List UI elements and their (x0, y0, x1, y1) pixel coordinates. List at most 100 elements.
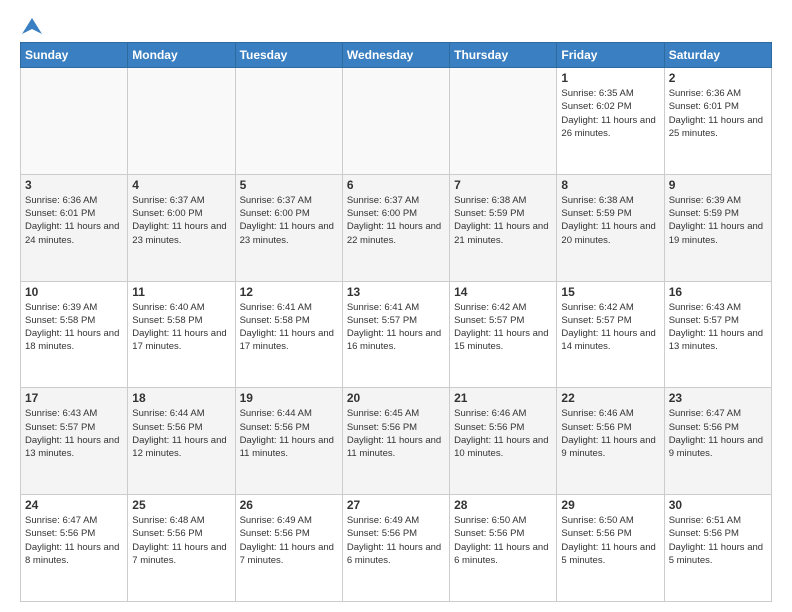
day-info: Sunrise: 6:44 AM Sunset: 5:56 PM Dayligh… (132, 407, 230, 460)
calendar-cell: 10 Sunrise: 6:39 AM Sunset: 5:58 PM Dayli… (21, 281, 128, 388)
calendar-cell: 4Sunrise: 6:37 AM Sunset: 6:00 PM Daylig… (128, 174, 235, 281)
day-info: Sunrise: 6:37 AM Sunset: 6:00 PM Dayligh… (132, 194, 230, 247)
calendar-cell: 12 Sunrise: 6:41 AM Sunset: 5:58 PM Dayli… (235, 281, 342, 388)
calendar-cell: 22 Sunrise: 6:46 AM Sunset: 5:56 PM Dayli… (557, 388, 664, 495)
day-number: 26 (240, 498, 338, 512)
day-info: Sunrise: 6:41 AM Sunset: 5:57 PM Dayligh… (347, 301, 445, 354)
day-number: 8 (561, 178, 659, 192)
day-number: 5 (240, 178, 338, 192)
day-info: Sunrise: 6:45 AM Sunset: 5:56 PM Dayligh… (347, 407, 445, 460)
calendar-cell: 5 Sunrise: 6:37 AM Sunset: 6:00 PM Daylig… (235, 174, 342, 281)
day-number: 25 (132, 498, 230, 512)
day-info: Sunrise: 6:36 AM Sunset: 6:01 PM Dayligh… (669, 87, 767, 140)
day-number: 15 (561, 285, 659, 299)
calendar-cell: 7 Sunrise: 6:38 AM Sunset: 5:59 PM Daylig… (450, 174, 557, 281)
calendar-week-3: 10 Sunrise: 6:39 AM Sunset: 5:58 PM Dayli… (21, 281, 772, 388)
day-number: 9 (669, 178, 767, 192)
calendar-table: SundayMondayTuesdayWednesdayThursdayFrid… (20, 42, 772, 602)
page: SundayMondayTuesdayWednesdayThursdayFrid… (0, 0, 792, 612)
calendar-cell: 27Sunrise: 6:49 AM Sunset: 5:56 PM Dayli… (342, 495, 449, 602)
day-info: Sunrise: 6:46 AM Sunset: 5:56 PM Dayligh… (454, 407, 552, 460)
day-number: 28 (454, 498, 552, 512)
calendar-header-wednesday: Wednesday (342, 43, 449, 68)
day-info: Sunrise: 6:39 AM Sunset: 5:58 PM Dayligh… (25, 301, 123, 354)
calendar-cell: 24 Sunrise: 6:47 AM Sunset: 5:56 PM Dayli… (21, 495, 128, 602)
calendar-cell: 3 Sunrise: 6:36 AM Sunset: 6:01 PM Daylig… (21, 174, 128, 281)
logo-bird-icon (22, 16, 42, 36)
calendar-cell (235, 68, 342, 175)
logo (20, 16, 42, 32)
day-info: Sunrise: 6:37 AM Sunset: 6:00 PM Dayligh… (347, 194, 445, 247)
day-info: Sunrise: 6:47 AM Sunset: 5:56 PM Dayligh… (669, 407, 767, 460)
day-info: Sunrise: 6:43 AM Sunset: 5:57 PM Dayligh… (669, 301, 767, 354)
calendar-week-2: 3 Sunrise: 6:36 AM Sunset: 6:01 PM Daylig… (21, 174, 772, 281)
calendar-cell (342, 68, 449, 175)
day-info: Sunrise: 6:46 AM Sunset: 5:56 PM Dayligh… (561, 407, 659, 460)
calendar-cell: 20Sunrise: 6:45 AM Sunset: 5:56 PM Dayli… (342, 388, 449, 495)
calendar-cell: 19 Sunrise: 6:44 AM Sunset: 5:56 PM Dayli… (235, 388, 342, 495)
day-info: Sunrise: 6:39 AM Sunset: 5:59 PM Dayligh… (669, 194, 767, 247)
day-number: 27 (347, 498, 445, 512)
day-info: Sunrise: 6:44 AM Sunset: 5:56 PM Dayligh… (240, 407, 338, 460)
day-info: Sunrise: 6:43 AM Sunset: 5:57 PM Dayligh… (25, 407, 123, 460)
calendar-cell: 13 Sunrise: 6:41 AM Sunset: 5:57 PM Dayli… (342, 281, 449, 388)
day-number: 3 (25, 178, 123, 192)
calendar-cell: 16 Sunrise: 6:43 AM Sunset: 5:57 PM Dayli… (664, 281, 771, 388)
day-number: 17 (25, 391, 123, 405)
day-info: Sunrise: 6:36 AM Sunset: 6:01 PM Dayligh… (25, 194, 123, 247)
calendar-header-sunday: Sunday (21, 43, 128, 68)
day-info: Sunrise: 6:40 AM Sunset: 5:58 PM Dayligh… (132, 301, 230, 354)
calendar-cell: 9 Sunrise: 6:39 AM Sunset: 5:59 PM Daylig… (664, 174, 771, 281)
day-info: Sunrise: 6:37 AM Sunset: 6:00 PM Dayligh… (240, 194, 338, 247)
day-number: 7 (454, 178, 552, 192)
calendar-cell: 30Sunrise: 6:51 AM Sunset: 5:56 PM Dayli… (664, 495, 771, 602)
calendar-cell (21, 68, 128, 175)
day-number: 22 (561, 391, 659, 405)
day-info: Sunrise: 6:49 AM Sunset: 5:56 PM Dayligh… (240, 514, 338, 567)
day-number: 30 (669, 498, 767, 512)
day-number: 2 (669, 71, 767, 85)
day-number: 19 (240, 391, 338, 405)
calendar-cell: 1 Sunrise: 6:35 AM Sunset: 6:02 PM Daylig… (557, 68, 664, 175)
day-number: 10 (25, 285, 123, 299)
day-info: Sunrise: 6:35 AM Sunset: 6:02 PM Dayligh… (561, 87, 659, 140)
day-number: 29 (561, 498, 659, 512)
calendar-header-row: SundayMondayTuesdayWednesdayThursdayFrid… (21, 43, 772, 68)
day-info: Sunrise: 6:38 AM Sunset: 5:59 PM Dayligh… (454, 194, 552, 247)
calendar-cell: 17 Sunrise: 6:43 AM Sunset: 5:57 PM Dayli… (21, 388, 128, 495)
calendar-cell: 8 Sunrise: 6:38 AM Sunset: 5:59 PM Daylig… (557, 174, 664, 281)
calendar-cell (128, 68, 235, 175)
calendar-cell: 11Sunrise: 6:40 AM Sunset: 5:58 PM Dayli… (128, 281, 235, 388)
day-info: Sunrise: 6:48 AM Sunset: 5:56 PM Dayligh… (132, 514, 230, 567)
calendar-cell: 2 Sunrise: 6:36 AM Sunset: 6:01 PM Daylig… (664, 68, 771, 175)
day-number: 24 (25, 498, 123, 512)
calendar-cell: 25 Sunrise: 6:48 AM Sunset: 5:56 PM Dayli… (128, 495, 235, 602)
day-info: Sunrise: 6:50 AM Sunset: 5:56 PM Dayligh… (561, 514, 659, 567)
day-info: Sunrise: 6:41 AM Sunset: 5:58 PM Dayligh… (240, 301, 338, 354)
calendar-cell: 23 Sunrise: 6:47 AM Sunset: 5:56 PM Dayli… (664, 388, 771, 495)
calendar-week-5: 24 Sunrise: 6:47 AM Sunset: 5:56 PM Dayli… (21, 495, 772, 602)
day-number: 18 (132, 391, 230, 405)
day-info: Sunrise: 6:38 AM Sunset: 5:59 PM Dayligh… (561, 194, 659, 247)
calendar-cell: 18 Sunrise: 6:44 AM Sunset: 5:56 PM Dayli… (128, 388, 235, 495)
calendar-week-4: 17 Sunrise: 6:43 AM Sunset: 5:57 PM Dayli… (21, 388, 772, 495)
calendar-cell: 6Sunrise: 6:37 AM Sunset: 6:00 PM Daylig… (342, 174, 449, 281)
calendar-header-tuesday: Tuesday (235, 43, 342, 68)
calendar-header-thursday: Thursday (450, 43, 557, 68)
calendar-cell: 15 Sunrise: 6:42 AM Sunset: 5:57 PM Dayli… (557, 281, 664, 388)
calendar-cell: 28 Sunrise: 6:50 AM Sunset: 5:56 PM Dayli… (450, 495, 557, 602)
calendar-week-1: 1 Sunrise: 6:35 AM Sunset: 6:02 PM Daylig… (21, 68, 772, 175)
day-info: Sunrise: 6:50 AM Sunset: 5:56 PM Dayligh… (454, 514, 552, 567)
day-number: 16 (669, 285, 767, 299)
header (20, 16, 772, 32)
day-number: 12 (240, 285, 338, 299)
day-number: 23 (669, 391, 767, 405)
day-info: Sunrise: 6:42 AM Sunset: 5:57 PM Dayligh… (561, 301, 659, 354)
day-number: 13 (347, 285, 445, 299)
calendar-cell: 21Sunrise: 6:46 AM Sunset: 5:56 PM Dayli… (450, 388, 557, 495)
day-info: Sunrise: 6:42 AM Sunset: 5:57 PM Dayligh… (454, 301, 552, 354)
day-info: Sunrise: 6:47 AM Sunset: 5:56 PM Dayligh… (25, 514, 123, 567)
day-number: 1 (561, 71, 659, 85)
calendar-cell: 29 Sunrise: 6:50 AM Sunset: 5:56 PM Dayli… (557, 495, 664, 602)
day-number: 14 (454, 285, 552, 299)
